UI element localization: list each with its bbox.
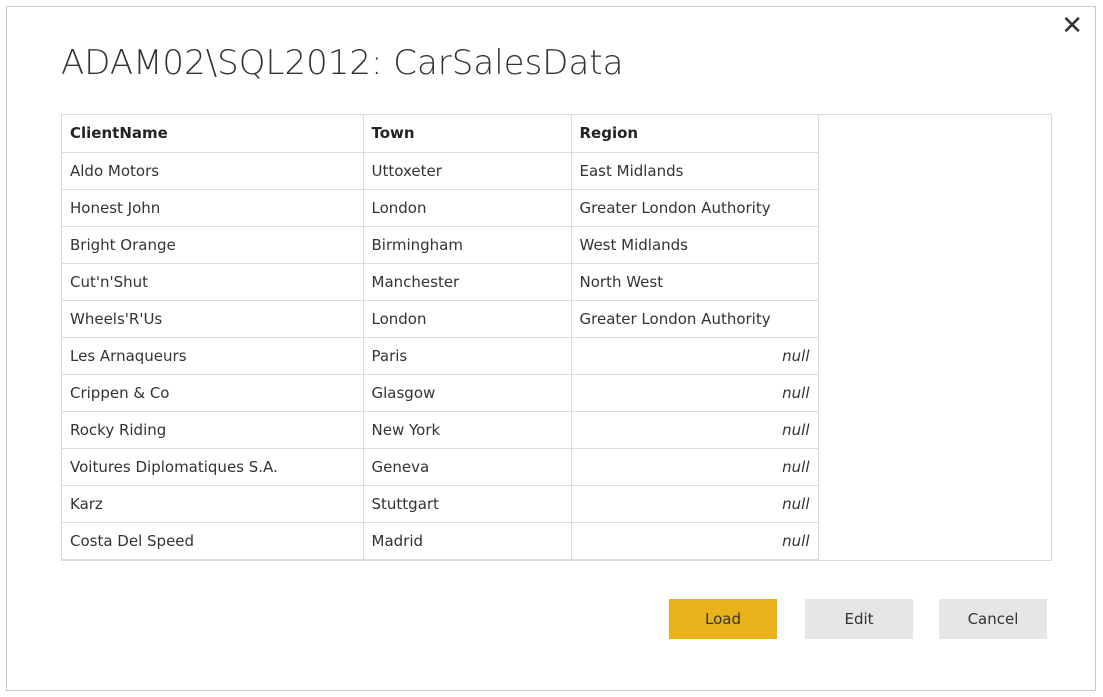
cell-town: Madrid (363, 522, 572, 560)
cell-town: Glasgow (363, 374, 572, 412)
cell-region: null (571, 337, 819, 375)
cell-clientname: Karz (62, 485, 364, 523)
data-preview[interactable]: ClientName Town Region Aldo Motors Uttoxe… (61, 114, 1052, 561)
cell-town: Manchester (363, 263, 572, 301)
table-row: Rocky Riding New York null (62, 411, 819, 449)
cell-clientname: Les Arnaqueurs (62, 337, 364, 375)
cell-town: Birmingham (363, 226, 572, 264)
table-row: Bright Orange Birmingham West Midlands (62, 226, 819, 264)
table-row: Crippen & Co Glasgow null (62, 374, 819, 412)
cell-region: Greater London Authority (571, 300, 819, 338)
column-header-clientname: ClientName (62, 115, 364, 153)
table-row: Aldo Motors Uttoxeter East Midlands (62, 152, 819, 190)
column-header-region: Region (571, 115, 819, 153)
table-row: Wheels'R'Us London Greater London Authorit… (62, 300, 819, 338)
edit-button[interactable]: Edit (805, 599, 913, 639)
cell-region: null (571, 448, 819, 486)
table-row: Les Arnaqueurs Paris null (62, 337, 819, 375)
cell-region: East Midlands (571, 152, 819, 190)
table-row: Honest John London Greater London Authorit… (62, 189, 819, 227)
table-row: Voitures Diplomatiques S.A. Geneva null (62, 448, 819, 486)
cell-town: Uttoxeter (363, 152, 572, 190)
close-icon[interactable]: ✕ (1061, 13, 1083, 39)
column-header-town: Town (363, 115, 572, 153)
navigator-dialog: ✕ ADAM02\SQL2012: CarSalesData ClientNam… (6, 6, 1096, 691)
cell-region: null (571, 374, 819, 412)
table-row: Costa Del Speed Madrid null (62, 522, 819, 560)
load-button[interactable]: Load (669, 599, 777, 639)
cell-region: Greater London Authority (571, 189, 819, 227)
cell-town: London (363, 300, 572, 338)
cell-region: null (571, 522, 819, 560)
cancel-button[interactable]: Cancel (939, 599, 1047, 639)
cell-town: London (363, 189, 572, 227)
cell-town: New York (363, 411, 572, 449)
cell-clientname: Voitures Diplomatiques S.A. (62, 448, 364, 486)
cell-clientname: Rocky Riding (62, 411, 364, 449)
cell-region: West Midlands (571, 226, 819, 264)
cell-town: Geneva (363, 448, 572, 486)
preview-table: ClientName Town Region Aldo Motors Uttoxe… (62, 115, 819, 560)
cell-region: null (571, 485, 819, 523)
table-row: Karz Stuttgart null (62, 485, 819, 523)
cell-clientname: Costa Del Speed (62, 522, 364, 560)
table-row: Cut'n'Shut Manchester North West (62, 263, 819, 301)
cell-clientname: Cut'n'Shut (62, 263, 364, 301)
cell-clientname: Honest John (62, 189, 364, 227)
table-body: Aldo Motors Uttoxeter East Midlands Honest … (62, 152, 819, 560)
cell-clientname: Wheels'R'Us (62, 300, 364, 338)
cell-clientname: Crippen & Co (62, 374, 364, 412)
dialog-title: ADAM02\SQL2012: CarSalesData (61, 43, 624, 83)
cell-clientname: Aldo Motors (62, 152, 364, 190)
header-row: ClientName Town Region (62, 115, 819, 153)
cell-town: Paris (363, 337, 572, 375)
cell-region: North West (571, 263, 819, 301)
cell-town: Stuttgart (363, 485, 572, 523)
cell-region: null (571, 411, 819, 449)
cell-clientname: Bright Orange (62, 226, 364, 264)
